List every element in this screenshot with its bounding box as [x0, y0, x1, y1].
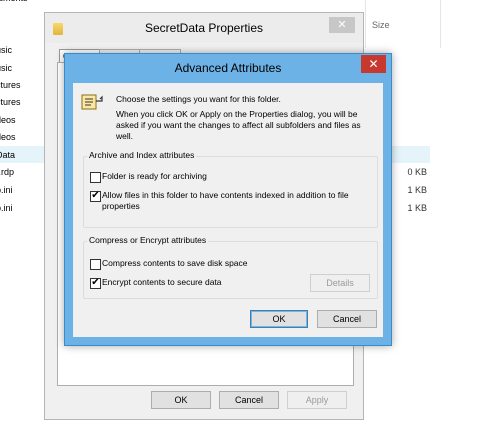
advanced-attributes-dialog: Advanced Attributes ✕ Choose the setting… — [64, 53, 392, 346]
list-item[interactable]: Data — [0, 150, 15, 160]
properties-titlebar[interactable]: SecretData Properties ✕ — [45, 13, 363, 43]
file-size: 1 KB — [407, 185, 427, 195]
list-item[interactable]: usic — [0, 45, 12, 55]
file-size: 0 KB — [407, 167, 427, 177]
compress-label[interactable]: Compress contents to save disk space — [102, 258, 248, 269]
check-icon: ✔ — [91, 277, 100, 288]
description-text: When you click OK or Apply on the Proper… — [116, 109, 361, 141]
folder-attributes-icon — [81, 94, 103, 110]
cancel-button[interactable]: Cancel — [219, 391, 279, 409]
column-divider — [365, 0, 366, 48]
list-item[interactable]: p.ini — [0, 185, 13, 195]
breadcrumb-partial: uments — [0, 0, 28, 3]
size-column-header[interactable]: Size — [372, 20, 390, 30]
ok-button[interactable]: OK — [151, 391, 211, 409]
list-item[interactable]: deos — [0, 115, 16, 125]
apply-button[interactable]: Apply — [287, 391, 347, 409]
archive-group-label: Archive and Index attributes — [87, 150, 197, 160]
folder-ready-checkbox[interactable] — [90, 172, 101, 183]
compress-group-label: Compress or Encrypt attributes — [87, 235, 209, 245]
column-divider — [440, 0, 441, 48]
file-size: 1 KB — [407, 203, 427, 213]
allow-index-checkbox[interactable]: ✔ — [90, 190, 101, 202]
list-item[interactable]: deos — [0, 132, 16, 142]
list-item[interactable]: ctures — [0, 80, 21, 90]
details-button[interactable]: Details — [310, 274, 370, 292]
cancel-button[interactable]: Cancel — [317, 310, 377, 328]
properties-title: SecretData Properties — [144, 21, 264, 35]
check-icon: ✔ — [91, 190, 100, 201]
intro-text: Choose the settings you want for this fo… — [116, 94, 281, 104]
close-button[interactable]: ✕ — [361, 55, 386, 73]
ok-button[interactable]: OK — [250, 310, 308, 328]
encrypt-checkbox[interactable]: ✔ — [90, 277, 101, 289]
encrypt-label[interactable]: Encrypt contents to secure data — [102, 277, 222, 288]
close-button[interactable]: ✕ — [329, 17, 355, 33]
list-item[interactable]: p.ini — [0, 203, 13, 213]
compress-checkbox[interactable] — [90, 259, 101, 270]
folder-ready-label[interactable]: Folder is ready for archiving — [102, 171, 207, 182]
advanced-body: Choose the settings you want for this fo… — [73, 83, 383, 337]
list-item[interactable]: ctures — [0, 97, 21, 107]
list-item[interactable]: usic — [0, 63, 12, 73]
advanced-title: Advanced Attributes — [174, 61, 282, 75]
allow-index-label[interactable]: Allow files in this folder to have conte… — [102, 190, 372, 212]
list-item[interactable]: t.rdp — [0, 167, 14, 177]
